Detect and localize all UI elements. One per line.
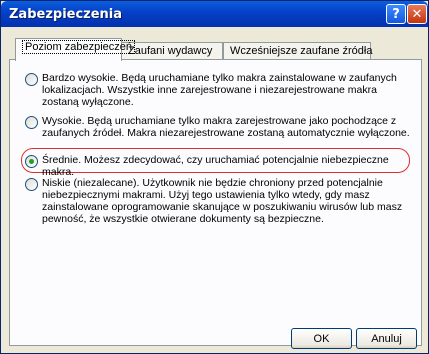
radio-low[interactable] (25, 178, 38, 191)
radio-high[interactable] (25, 116, 38, 129)
tab-panel-security-level: Bardzo wysokie. Będą uruchamiane tylko m… (9, 59, 422, 346)
option-high-label: Wysokie. Będą uruchamiane tylko makra za… (42, 115, 410, 139)
tab-security-level[interactable]: Poziom zabezpieczeń (15, 38, 136, 61)
tab-previous-trusted-sources-label: Wcześniejsze zaufane źródła (230, 45, 373, 57)
tab-trusted-publishers-label: Zaufani wydawcy (128, 45, 213, 57)
tab-trusted-publishers[interactable]: Zaufani wydawcy (121, 42, 223, 60)
window-title: Zabezpieczenia (9, 7, 123, 22)
close-button[interactable]: ✕ (407, 4, 427, 24)
option-medium[interactable]: Średnie. Możesz zdecydować, czy uruchami… (25, 154, 410, 178)
tab-security-level-label: Poziom zabezpieczeń (22, 40, 136, 54)
cancel-button-label: Anuluj (371, 332, 402, 345)
radio-medium[interactable] (25, 155, 38, 168)
help-button[interactable]: ? (386, 4, 406, 24)
help-icon: ? (392, 6, 400, 22)
option-very-high-label: Bardzo wysokie. Będą uruchamiane tylko m… (42, 72, 397, 108)
security-dialog: Zabezpieczenia ? ✕ Zaufani wydawcy Wcześ… (0, 0, 429, 354)
ok-button[interactable]: OK (291, 328, 352, 349)
tab-previous-trusted-sources[interactable]: Wcześniejsze zaufane źródła (223, 42, 373, 60)
cancel-button[interactable]: Anuluj (356, 328, 417, 349)
close-icon: ✕ (411, 6, 423, 22)
radio-very-high[interactable] (25, 73, 38, 86)
option-high[interactable]: Wysokie. Będą uruchamiane tylko makra za… (25, 115, 410, 139)
option-medium-label: Średnie. Możesz zdecydować, czy uruchami… (42, 154, 389, 178)
option-low[interactable]: Niskie (niezalecane). Użytkownik nie będ… (25, 177, 410, 225)
ok-button-label: OK (313, 332, 330, 345)
option-very-high[interactable]: Bardzo wysokie. Będą uruchamiane tylko m… (25, 72, 410, 108)
title-bar[interactable]: Zabezpieczenia ? ✕ (1, 1, 428, 27)
option-low-label: Niskie (niezalecane). Użytkownik nie będ… (42, 177, 403, 225)
